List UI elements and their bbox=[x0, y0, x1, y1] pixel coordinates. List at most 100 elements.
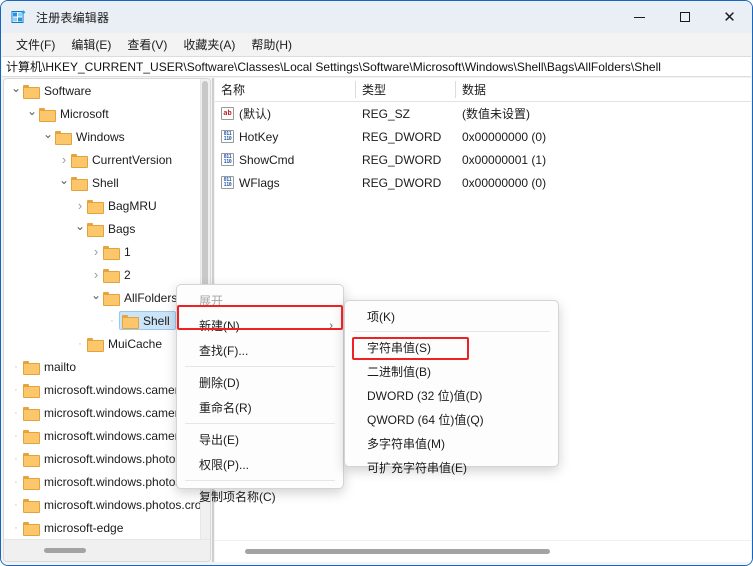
tree-horizontal-scrollbar-thumb[interactable] bbox=[44, 548, 86, 553]
tree-horizontal-scrollbar[interactable] bbox=[4, 539, 210, 561]
tree-item-content: Bags bbox=[87, 222, 135, 236]
tree-item[interactable]: Windows bbox=[4, 125, 202, 148]
chevron-down-icon[interactable] bbox=[9, 79, 23, 102]
tree-context-menu[interactable]: 展开新建(N)›查找(F)...删除(D)重命名(R)导出(E)权限(P)...… bbox=[176, 284, 344, 489]
context-menu-item[interactable]: 权限(P)... bbox=[177, 452, 343, 477]
submenu-item[interactable]: 二进制值(B) bbox=[345, 359, 558, 383]
value-type: REG_SZ bbox=[356, 107, 456, 121]
new-submenu[interactable]: 项(K) 字符串值(S) 二进制值(B) DWORD (32 位)值(D)QWORD … bbox=[344, 300, 559, 467]
chevron-down-icon[interactable] bbox=[73, 217, 87, 240]
tree-item-content: AllFolders bbox=[103, 291, 177, 305]
menu-separator bbox=[185, 366, 335, 367]
tree-item[interactable]: BagMRU bbox=[4, 194, 202, 217]
context-menu-item[interactable]: 查找(F)... bbox=[177, 338, 343, 363]
folder-icon bbox=[87, 337, 103, 350]
folder-icon bbox=[87, 199, 103, 212]
chevron-right-icon: › bbox=[329, 320, 333, 332]
tree-item[interactable]: Shell bbox=[4, 171, 202, 194]
values-horizontal-scrollbar[interactable] bbox=[215, 540, 751, 562]
value-data: 0x00000000 (0) bbox=[456, 130, 746, 144]
tree-item[interactable]: Shell bbox=[4, 309, 202, 332]
folder-icon bbox=[23, 84, 39, 97]
value-name-cell: 011110HotKey bbox=[215, 130, 356, 144]
submenu-item[interactable]: 可扩充字符串值(E) bbox=[345, 455, 558, 479]
tree-item[interactable]: CurrentVersion bbox=[4, 148, 202, 171]
close-button[interactable]: ✕ bbox=[707, 1, 752, 33]
tree-vertical-scrollbar-thumb[interactable] bbox=[202, 81, 208, 293]
registry-tree[interactable]: Software MicrosoftWindowsCurrentVersion Sh… bbox=[4, 79, 202, 539]
tree-item-label: Shell bbox=[88, 176, 119, 190]
submenu-item[interactable]: QWORD (64 位)值(Q) bbox=[345, 407, 558, 431]
tree-item-content: BagMRU bbox=[87, 199, 157, 213]
context-menu-item[interactable]: 删除(D) bbox=[177, 370, 343, 395]
folder-icon bbox=[103, 268, 119, 281]
tree-line-icon bbox=[9, 516, 23, 539]
tree-item-content: 1 bbox=[103, 245, 131, 259]
value-row[interactable]: 011110WFlagsREG_DWORD0x00000000 (0) bbox=[215, 171, 751, 194]
context-menu-item[interactable]: 导出(E) bbox=[177, 427, 343, 452]
value-data: (数值未设置) bbox=[456, 105, 746, 122]
menu-view[interactable]: 查看(V) bbox=[119, 34, 175, 56]
values-horizontal-scrollbar-thumb[interactable] bbox=[245, 549, 550, 554]
values-list[interactable]: ab(默认)REG_SZ(数值未设置)011110HotKeyREG_DWORD… bbox=[215, 102, 751, 194]
tree-item[interactable]: microsoft.windows.camerabarcodescanner bbox=[4, 424, 202, 447]
tree-item-label: mailto bbox=[40, 360, 76, 374]
tree-item[interactable]: microsoft.windows.photos.crop bbox=[4, 447, 202, 470]
tree-item[interactable]: microsoft-edge bbox=[4, 516, 202, 539]
folder-icon bbox=[23, 452, 39, 465]
submenu-item[interactable]: DWORD (32 位)值(D) bbox=[345, 383, 558, 407]
minimize-button[interactable] bbox=[617, 1, 662, 33]
tree-line-icon bbox=[105, 309, 119, 332]
menu-separator bbox=[185, 423, 335, 424]
chevron-right-icon[interactable] bbox=[73, 194, 87, 217]
tree-item[interactable]: Bags bbox=[4, 217, 202, 240]
chevron-down-icon[interactable] bbox=[41, 125, 55, 148]
tree-item-content: microsoft-edge bbox=[23, 521, 123, 535]
tree-item[interactable]: Microsoft bbox=[4, 102, 202, 125]
context-menu-item[interactable]: 复制项名称(C) bbox=[177, 484, 343, 509]
tree-item-content: Software bbox=[23, 84, 91, 98]
menu-file[interactable]: 文件(F) bbox=[8, 34, 63, 56]
tree-item[interactable]: microsoft.windows.photos.crop bbox=[4, 470, 202, 493]
folder-icon bbox=[23, 475, 39, 488]
tree-item[interactable]: microsoft.windows.camerabarcodescanner bbox=[4, 401, 202, 424]
chevron-right-icon[interactable] bbox=[57, 148, 71, 171]
tree-item[interactable]: 1 bbox=[4, 240, 202, 263]
chevron-right-icon[interactable] bbox=[89, 263, 103, 286]
tree-item[interactable]: mailto bbox=[4, 355, 202, 378]
window-title: 注册表编辑器 bbox=[36, 9, 109, 26]
chevron-down-icon[interactable] bbox=[25, 102, 39, 125]
tree-item[interactable]: 2 bbox=[4, 263, 202, 286]
tree-item-label: Software bbox=[40, 84, 91, 98]
submenu-item[interactable]: 多字符串值(M) bbox=[345, 431, 558, 455]
context-menu-item[interactable]: 重命名(R) bbox=[177, 395, 343, 420]
string-value-icon: ab bbox=[221, 107, 234, 120]
menu-edit[interactable]: 编辑(E) bbox=[63, 34, 119, 56]
maximize-button[interactable] bbox=[662, 1, 707, 33]
tree-item[interactable]: microsoft.windows.camerabarcodescanner bbox=[4, 378, 202, 401]
submenu-item[interactable]: 字符串值(S) bbox=[345, 335, 558, 359]
tree-item[interactable]: MuiCache bbox=[4, 332, 202, 355]
column-header-type[interactable]: 类型 bbox=[356, 78, 456, 102]
chevron-down-icon[interactable] bbox=[89, 286, 103, 309]
tree-item[interactable]: AllFolders bbox=[4, 286, 202, 309]
chevron-down-icon[interactable] bbox=[57, 171, 71, 194]
submenu-item[interactable]: 项(K) bbox=[345, 304, 558, 328]
tree-item-content: MuiCache bbox=[87, 337, 162, 351]
column-header-name[interactable]: 名称 bbox=[215, 78, 356, 102]
value-row[interactable]: ab(默认)REG_SZ(数值未设置) bbox=[215, 102, 751, 125]
tree-item[interactable]: microsoft.windows.photos.crop bbox=[4, 493, 202, 516]
column-header-data[interactable]: 数据 bbox=[456, 78, 746, 102]
address-bar[interactable]: 计算机\HKEY_CURRENT_USER\Software\Classes\L… bbox=[2, 56, 751, 77]
value-row[interactable]: 011110ShowCmdREG_DWORD0x00000001 (1) bbox=[215, 148, 751, 171]
folder-icon bbox=[122, 314, 138, 327]
value-row[interactable]: 011110HotKeyREG_DWORD0x00000000 (0) bbox=[215, 125, 751, 148]
menu-favorites[interactable]: 收藏夹(A) bbox=[175, 34, 243, 56]
menu-help[interactable]: 帮助(H) bbox=[243, 34, 300, 56]
context-menu-item[interactable]: 新建(N)› bbox=[177, 313, 343, 338]
submenu-item-label: 二进制值(B) bbox=[367, 363, 431, 380]
tree-item[interactable]: Software bbox=[4, 79, 202, 102]
tree-line-icon bbox=[73, 332, 87, 355]
chevron-right-icon[interactable] bbox=[89, 240, 103, 263]
tree-item-content: microsoft.windows.photos.crop bbox=[23, 498, 202, 512]
